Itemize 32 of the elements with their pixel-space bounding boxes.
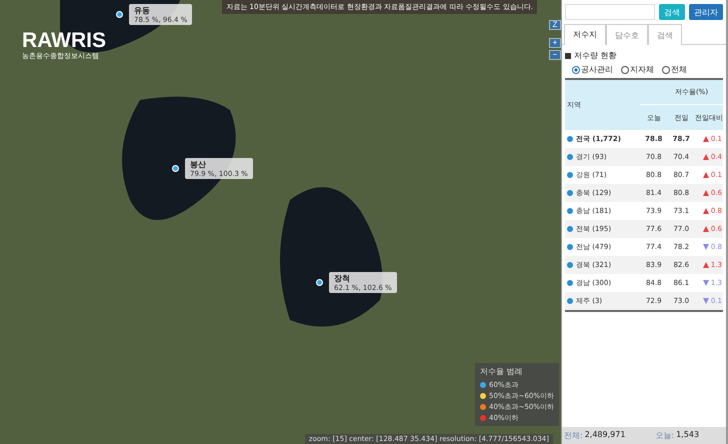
tab[interactable]: 저수지 [564, 24, 606, 45]
radio-icon[interactable] [572, 66, 580, 74]
radio-icon[interactable] [662, 66, 670, 74]
legend-title: 저수율 범례 [480, 366, 524, 377]
admin-button[interactable]: 관리자 [689, 4, 723, 20]
status-dot-icon [567, 280, 573, 286]
status-dot-icon [567, 298, 573, 304]
radio-icon[interactable] [621, 66, 629, 74]
tab[interactable]: 담수호 [606, 24, 648, 45]
logo-wordmark: RAWRIS [22, 30, 106, 52]
filter-radio[interactable]: 지자체 [621, 64, 654, 75]
tab[interactable]: 검색 [648, 24, 682, 45]
square-bullet-icon [565, 52, 571, 58]
status-dot-icon [567, 136, 573, 142]
count-label: 전체: [564, 430, 583, 441]
status-dot-icon [567, 172, 573, 178]
search-field[interactable] [565, 4, 655, 20]
section-heading: 저수량 현황 [574, 50, 617, 61]
count-value: 1,543 [676, 430, 700, 441]
status-dot-icon [567, 244, 573, 250]
status-dot-icon [567, 154, 573, 160]
filter-radio[interactable]: 전체 [662, 64, 687, 75]
map-control-button[interactable]: + [549, 38, 561, 48]
status-dot-icon [567, 190, 573, 196]
status-dot-icon [567, 226, 573, 232]
map-control-button[interactable]: Z [549, 20, 561, 30]
count-label: 오늘: [655, 430, 674, 441]
status-dot-icon [567, 262, 573, 268]
count-value: 2,489,971 [584, 430, 626, 441]
filter-radio[interactable]: 공사관리 [572, 64, 613, 75]
status-dot-icon [567, 208, 573, 214]
map-control-button[interactable]: − [549, 50, 561, 60]
